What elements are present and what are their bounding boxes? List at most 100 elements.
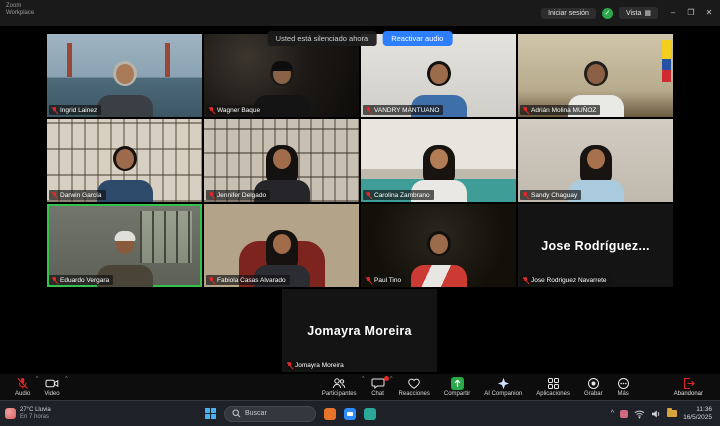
reactions-heart-icon [407, 377, 421, 390]
participant-tile-adrian[interactable]: Adrián Molina MUÑOZ [518, 34, 673, 117]
folder-icon[interactable] [667, 410, 677, 417]
search-icon [232, 409, 241, 418]
grid-view-icon: ▦ [644, 9, 651, 17]
search-input[interactable]: Buscar [224, 406, 316, 422]
tray-app-icon[interactable] [620, 410, 628, 418]
participant-tile-carolina[interactable]: Carolina Zambrano [361, 119, 516, 202]
participant-nameplate: Jomayra Moreira [284, 360, 348, 370]
weather-forecast: En 7 horas [20, 414, 51, 421]
grid-row: Ingrid Lainez Wagner Baque VANDRY MANTUA… [47, 34, 673, 117]
volume-icon[interactable] [651, 409, 661, 419]
participant-tile-sandy[interactable]: Sandy Chaguay [518, 119, 673, 202]
audio-button[interactable]: Audio ^ [8, 375, 37, 399]
participant-tile-jomayra[interactable]: Jomayra Moreira Jomayra Moreira [282, 289, 437, 372]
view-button[interactable]: Vista ▦ [619, 7, 658, 19]
participant-tile-paul[interactable]: Paul Tino [361, 204, 516, 287]
weather-temp: 27°C Lluvia [20, 407, 51, 414]
participant-tile-ingrid[interactable]: Ingrid Lainez [47, 34, 202, 117]
participant-tile-jennifer[interactable]: Jennifer Delgado [204, 119, 359, 202]
chat-badge [384, 376, 389, 381]
weather-widget[interactable]: 27°C Lluvia En 7 horas [0, 407, 205, 421]
participant-nameplate: Ingrid Lainez [49, 105, 101, 115]
mic-muted-icon [365, 106, 372, 114]
participant-nameplate: Eduardo Vergara [49, 275, 113, 285]
participant-nameplate: VANDRY MANTUANO [363, 105, 443, 115]
unmute-button[interactable]: Reactivar audio [382, 31, 452, 46]
video-button[interactable]: Video ^ [37, 375, 66, 399]
encryption-check-icon: ✓ [602, 8, 613, 19]
taskbar-app-icon[interactable] [364, 408, 376, 420]
mic-muted-icon [51, 106, 58, 114]
more-button[interactable]: Más [610, 375, 637, 399]
share-screen-icon [451, 377, 464, 390]
mic-muted-icon [51, 276, 58, 284]
participant-nameplate: Carolina Zambrano [363, 190, 434, 200]
tray-chevron-up-icon[interactable]: ^ [611, 410, 614, 417]
app-title: Zoom Workplace [6, 3, 34, 17]
wifi-icon[interactable] [634, 409, 645, 419]
taskbar-clock[interactable]: 11:36 16/5/2025 [683, 406, 712, 421]
chevron-up-icon[interactable]: ^ [65, 376, 67, 382]
participant-nameplate: Wagner Baque [206, 105, 264, 115]
mute-banner: Usted está silenciado ahora Reactivar au… [268, 31, 453, 46]
window-titlebar: Zoom Workplace Iniciar sesión ✓ Vista ▦ … [0, 0, 720, 26]
mic-muted-icon [365, 191, 372, 199]
windows-taskbar: 27°C Lluvia En 7 horas Buscar ^ 11:36 16… [0, 400, 720, 426]
participant-nameplate: Adrián Molina MUÑOZ [520, 105, 600, 115]
mic-muted-icon [51, 191, 58, 199]
participant-tile-darwin[interactable]: Darwin García [47, 119, 202, 202]
participants-icon [332, 377, 346, 390]
grid-row: Jomayra Moreira Jomayra Moreira [282, 289, 673, 372]
mic-off-icon [16, 377, 29, 390]
participant-tile-wagner[interactable]: Wagner Baque [204, 34, 359, 117]
mic-muted-icon [522, 106, 529, 114]
participant-video [399, 229, 479, 287]
ai-companion-button[interactable]: AI Companion [477, 375, 529, 399]
weather-icon [5, 408, 16, 419]
participants-button[interactable]: Participantes ^ [315, 375, 364, 399]
record-button[interactable]: Grabar [577, 375, 610, 399]
mic-muted-icon [365, 276, 372, 284]
chat-icon [371, 377, 385, 390]
meeting-toolbar: Audio ^ Video ^ Participantes ^ Chat ^ [0, 374, 720, 400]
share-screen-button[interactable]: Compartir [437, 375, 477, 399]
leave-icon [682, 377, 695, 390]
participant-nameplate: Fabiola Casas Alvarado [206, 275, 290, 285]
record-icon [587, 377, 600, 390]
more-ellipsis-icon [617, 377, 630, 390]
toolbar-center-group: Participantes ^ Chat ^ Reacciones Compar… [315, 375, 637, 399]
participant-nameplate: Sandy Chaguay [520, 190, 581, 200]
participant-nameplate: Paul Tino [363, 275, 405, 285]
apps-button[interactable]: Aplicaciones [529, 375, 577, 399]
mute-banner-message: Usted está silenciado ahora [268, 31, 377, 46]
signin-button[interactable]: Iniciar sesión [541, 8, 596, 19]
taskbar-app-icon[interactable] [324, 408, 336, 420]
taskbar-app-icon-zoom[interactable] [344, 408, 356, 420]
mic-muted-icon [522, 276, 529, 284]
taskbar-center: Buscar [205, 406, 376, 422]
participant-nameplate: Darwin García [49, 190, 106, 200]
participant-tile-fabiola[interactable]: Fabiola Casas Alvarado [204, 204, 359, 287]
reactions-button[interactable]: Reacciones [392, 375, 437, 399]
windows-start-button[interactable] [205, 408, 216, 419]
apps-icon [547, 377, 560, 390]
mic-muted-icon [208, 191, 215, 199]
mic-muted-icon [286, 361, 293, 369]
mic-muted-icon [208, 106, 215, 114]
participant-tile-vandry[interactable]: VANDRY MANTUANO [361, 34, 516, 117]
mic-muted-icon [522, 191, 529, 199]
close-button[interactable]: ✕ [700, 0, 718, 26]
participant-tile-eduardo[interactable]: Eduardo Vergara [47, 204, 202, 287]
mic-muted-icon [208, 276, 215, 284]
chat-button[interactable]: Chat ^ [364, 375, 392, 399]
leave-meeting-button[interactable]: Abandonar [667, 375, 710, 399]
participant-nameplate: Jennifer Delgado [206, 190, 270, 200]
maximize-button[interactable]: ❐ [682, 0, 700, 26]
ai-companion-sparkle-icon [497, 377, 510, 390]
grid-row: Darwin García Jennifer Delgado Carolina … [47, 119, 673, 202]
minimize-button[interactable]: – [664, 0, 682, 26]
video-camera-icon [45, 377, 59, 390]
system-tray: ^ 11:36 16/5/2025 [611, 406, 720, 421]
participant-grid: Ingrid Lainez Wagner Baque VANDRY MANTUA… [47, 34, 673, 374]
participant-tile-jose[interactable]: Jose Rodríguez... Jose Rodriguez Navarre… [518, 204, 673, 287]
